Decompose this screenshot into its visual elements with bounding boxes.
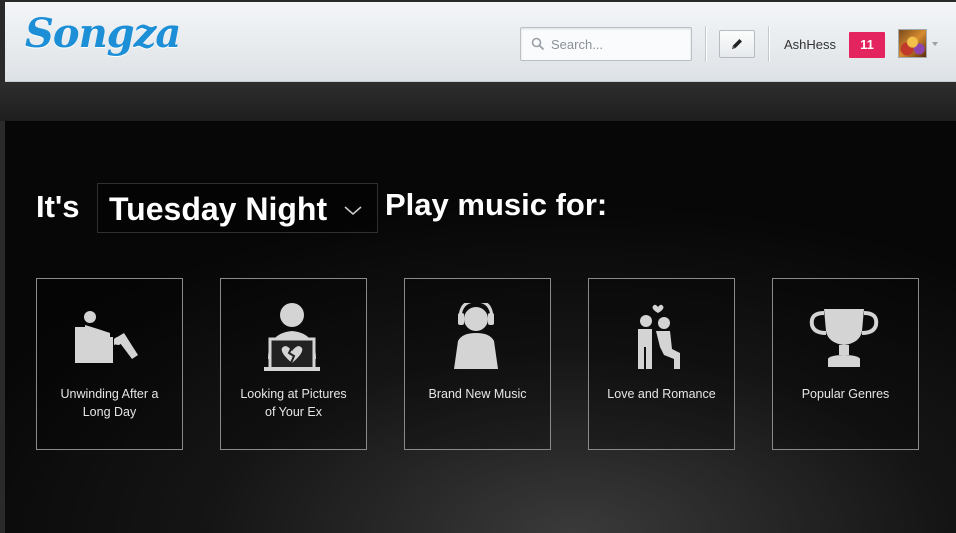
- divider: [768, 26, 769, 62]
- play-music-heading: Play music for:: [385, 187, 608, 222]
- songza-logo[interactable]: Songza: [25, 10, 181, 57]
- tile-label: Looking at Pictures of Your Ex: [240, 387, 347, 419]
- user-avatar[interactable]: [898, 29, 927, 58]
- music-concierge-panel: It's Tuesday Night Play music for: Unwin…: [5, 121, 956, 533]
- search-input[interactable]: [551, 28, 686, 60]
- activity-tile-ex-pictures[interactable]: Looking at Pictures of Your Ex: [220, 278, 367, 450]
- trophy-icon: [809, 309, 879, 367]
- tile-label: Popular Genres: [801, 387, 890, 401]
- notification-badge[interactable]: 11: [849, 32, 885, 58]
- broken-heart-laptop-icon: [264, 303, 320, 371]
- time-of-day-value: Tuesday Night: [109, 191, 328, 227]
- headphones-person-icon: [454, 303, 498, 369]
- search-icon: [531, 37, 545, 51]
- top-nav-bar: Songza AshHess 11: [5, 2, 956, 82]
- activity-tile-popular-genres[interactable]: Popular Genres: [772, 278, 919, 450]
- compose-button[interactable]: [719, 30, 755, 58]
- time-of-day-dropdown[interactable]: Tuesday Night: [97, 183, 378, 233]
- pencil-icon: [732, 39, 742, 49]
- username-link[interactable]: AshHess: [784, 37, 836, 52]
- couple-kneeling-icon: [638, 304, 680, 369]
- prefix-text: It's: [36, 189, 80, 224]
- chevron-down-icon: [344, 206, 362, 215]
- recliner-icon: [75, 311, 138, 363]
- activity-tile-unwinding[interactable]: Unwinding After a Long Day: [36, 278, 183, 450]
- tile-label: Brand New Music: [428, 387, 527, 401]
- tile-label: Love and Romance: [607, 387, 716, 401]
- search-box[interactable]: [520, 27, 692, 61]
- activity-tile-brand-new-music[interactable]: Brand New Music: [404, 278, 551, 450]
- header-shadow-band: [0, 82, 956, 121]
- tile-label: Unwinding After a Long Day: [60, 387, 159, 419]
- activity-tile-love-romance[interactable]: Love and Romance: [588, 278, 735, 450]
- divider: [705, 26, 706, 62]
- chevron-down-icon[interactable]: [932, 42, 938, 46]
